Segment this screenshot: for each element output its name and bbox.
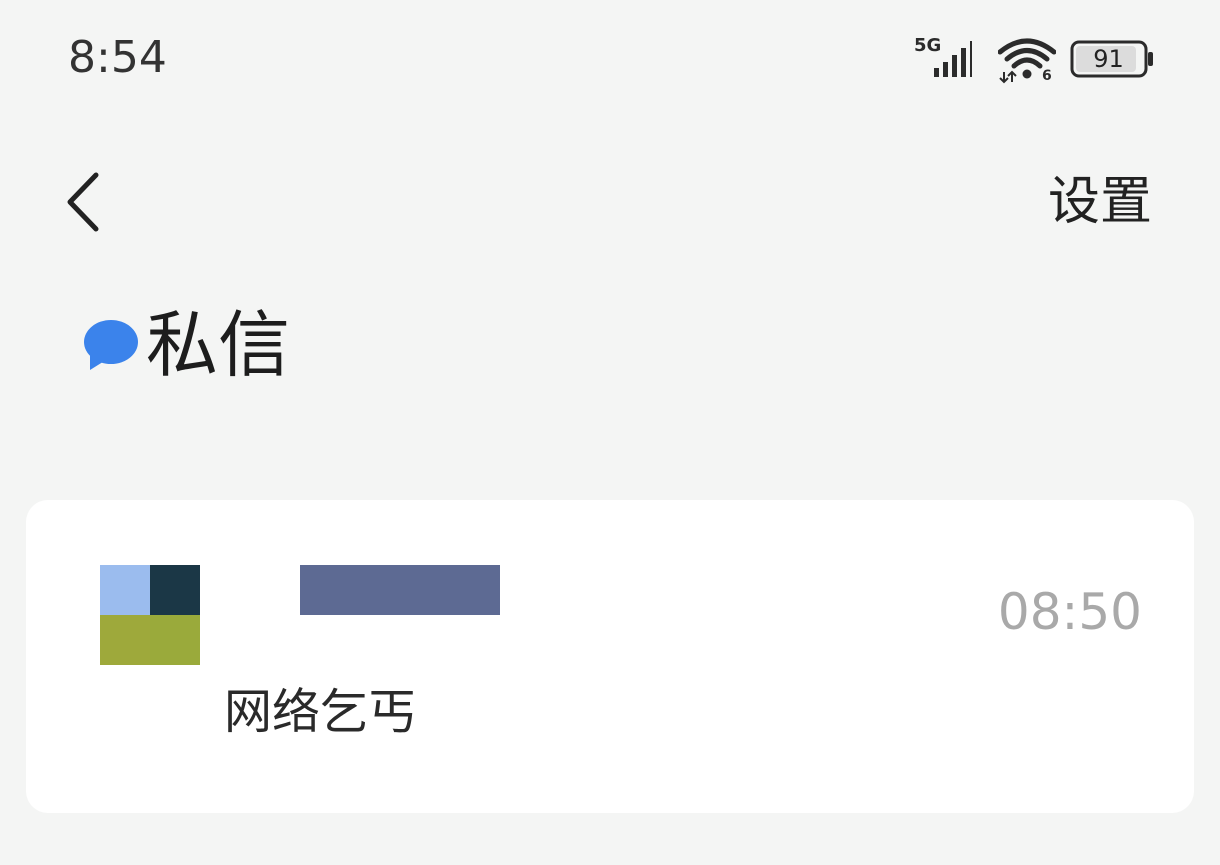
page-header: 私信 — [82, 300, 290, 390]
avatar-pixel — [100, 615, 150, 665]
message-time: 08:50 — [997, 583, 1142, 641]
svg-text:6: 6 — [1042, 68, 1052, 84]
wifi-icon: 6 — [998, 38, 1056, 84]
chevron-left-icon — [67, 172, 99, 232]
status-time: 8:54 — [68, 32, 167, 83]
settings-button[interactable]: 设置 — [1048, 168, 1152, 236]
avatar — [100, 565, 200, 665]
status-icons: 5G 6 91 — [912, 32, 1157, 84]
avatar-pixel — [150, 615, 200, 665]
message-preview: 网络乞丐 — [224, 684, 417, 740]
signal-icon — [934, 41, 972, 77]
sender-name-redacted — [300, 565, 500, 615]
avatar-pixel — [150, 565, 200, 615]
page-title: 私信 — [146, 303, 291, 387]
status-bar: 8:54 5G 6 91 — [0, 0, 1220, 120]
conversation-item[interactable]: 08:50 网络乞丐 — [26, 500, 1194, 813]
back-button[interactable] — [56, 165, 116, 239]
avatar-pixel — [100, 565, 150, 615]
battery-level: 91 — [1093, 45, 1124, 73]
chat-bubble-icon — [84, 320, 138, 370]
